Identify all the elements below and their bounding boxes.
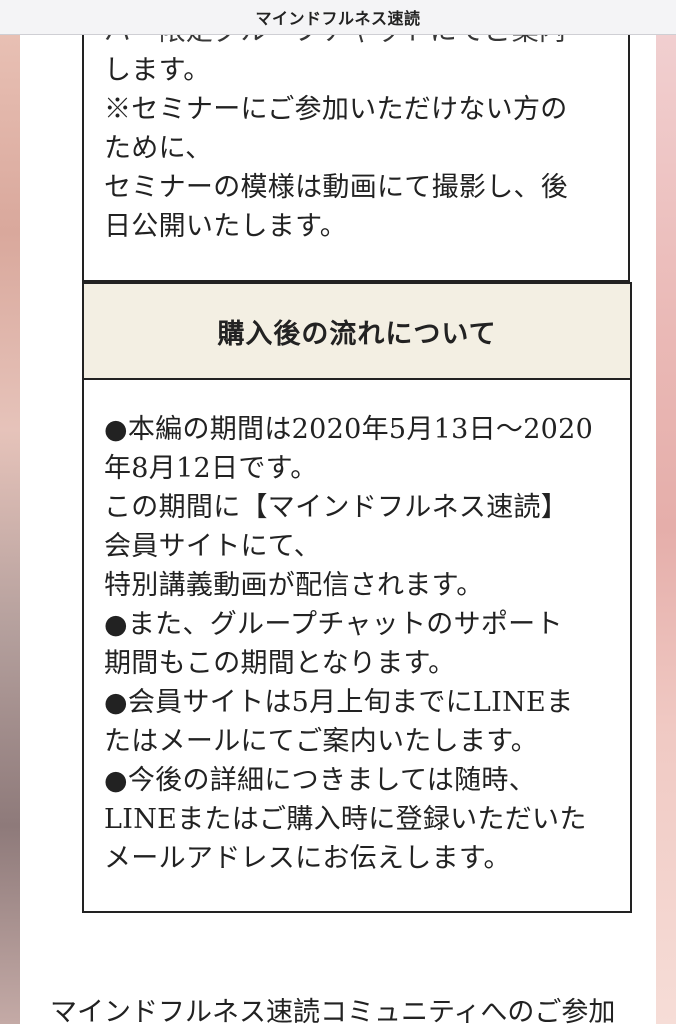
text-line: 期間もこの期間となります。 [104,648,456,679]
top-bar: マインドフルネス速読 [0,0,676,35]
background-left-decoration [0,34,20,1024]
flow-section-heading-box: 購入後の流れについて [82,282,632,380]
text-line: セミナーの模様は動画にて撮影し、後 [104,172,569,203]
article-content[interactable]: バー限定グループチャットにてご案内 します。 ※セミナーにご参加いただけない方の… [20,34,656,1024]
community-heading: マインドフルネス速読コミュニティへのご参加 [50,997,616,1024]
text-line: バー限定グループチャットにてご案内 [104,34,568,51]
text-line: 会員サイトにて、 [104,531,322,562]
text-line: 日公開いたします。 [104,211,347,242]
background-right-decoration [656,34,676,1024]
text-line: 特別講義動画が配信されます。 [104,570,484,601]
text-line: ●また、グループチャットのサポート [104,609,563,640]
flow-section-text: ●本編の期間は2020年5月13日〜2020 年8月12日です。 この期間に【マ… [104,410,593,878]
page-title: マインドフルネス速読 [255,9,421,28]
text-line: LINEまたはご購入時に登録いただいた [104,804,587,835]
text-line: します。 [104,55,211,86]
text-line: 年8月12日です。 [104,453,318,484]
text-line: この期間に【マインドフルネス速読】 [104,492,569,523]
flow-section-heading: 購入後の流れについて [217,318,497,350]
text-line: ために、 [104,133,213,164]
seminar-info-text: バー限定グループチャットにてご案内 します。 ※セミナーにご参加いただけない方の… [104,34,568,246]
text-line: たはメールにてご案内いたします。 [104,726,539,757]
text-line: ※セミナーにご参加いただけない方の [104,94,568,125]
text-line: メールアドレスにお伝えします。 [104,843,511,874]
text-line: ●会員サイトは5月上旬までにLINEま [104,687,574,718]
text-line: ●今後の詳細につきましては随時、 [104,765,537,796]
text-line: ●本編の期間は2020年5月13日〜2020 [104,414,594,445]
